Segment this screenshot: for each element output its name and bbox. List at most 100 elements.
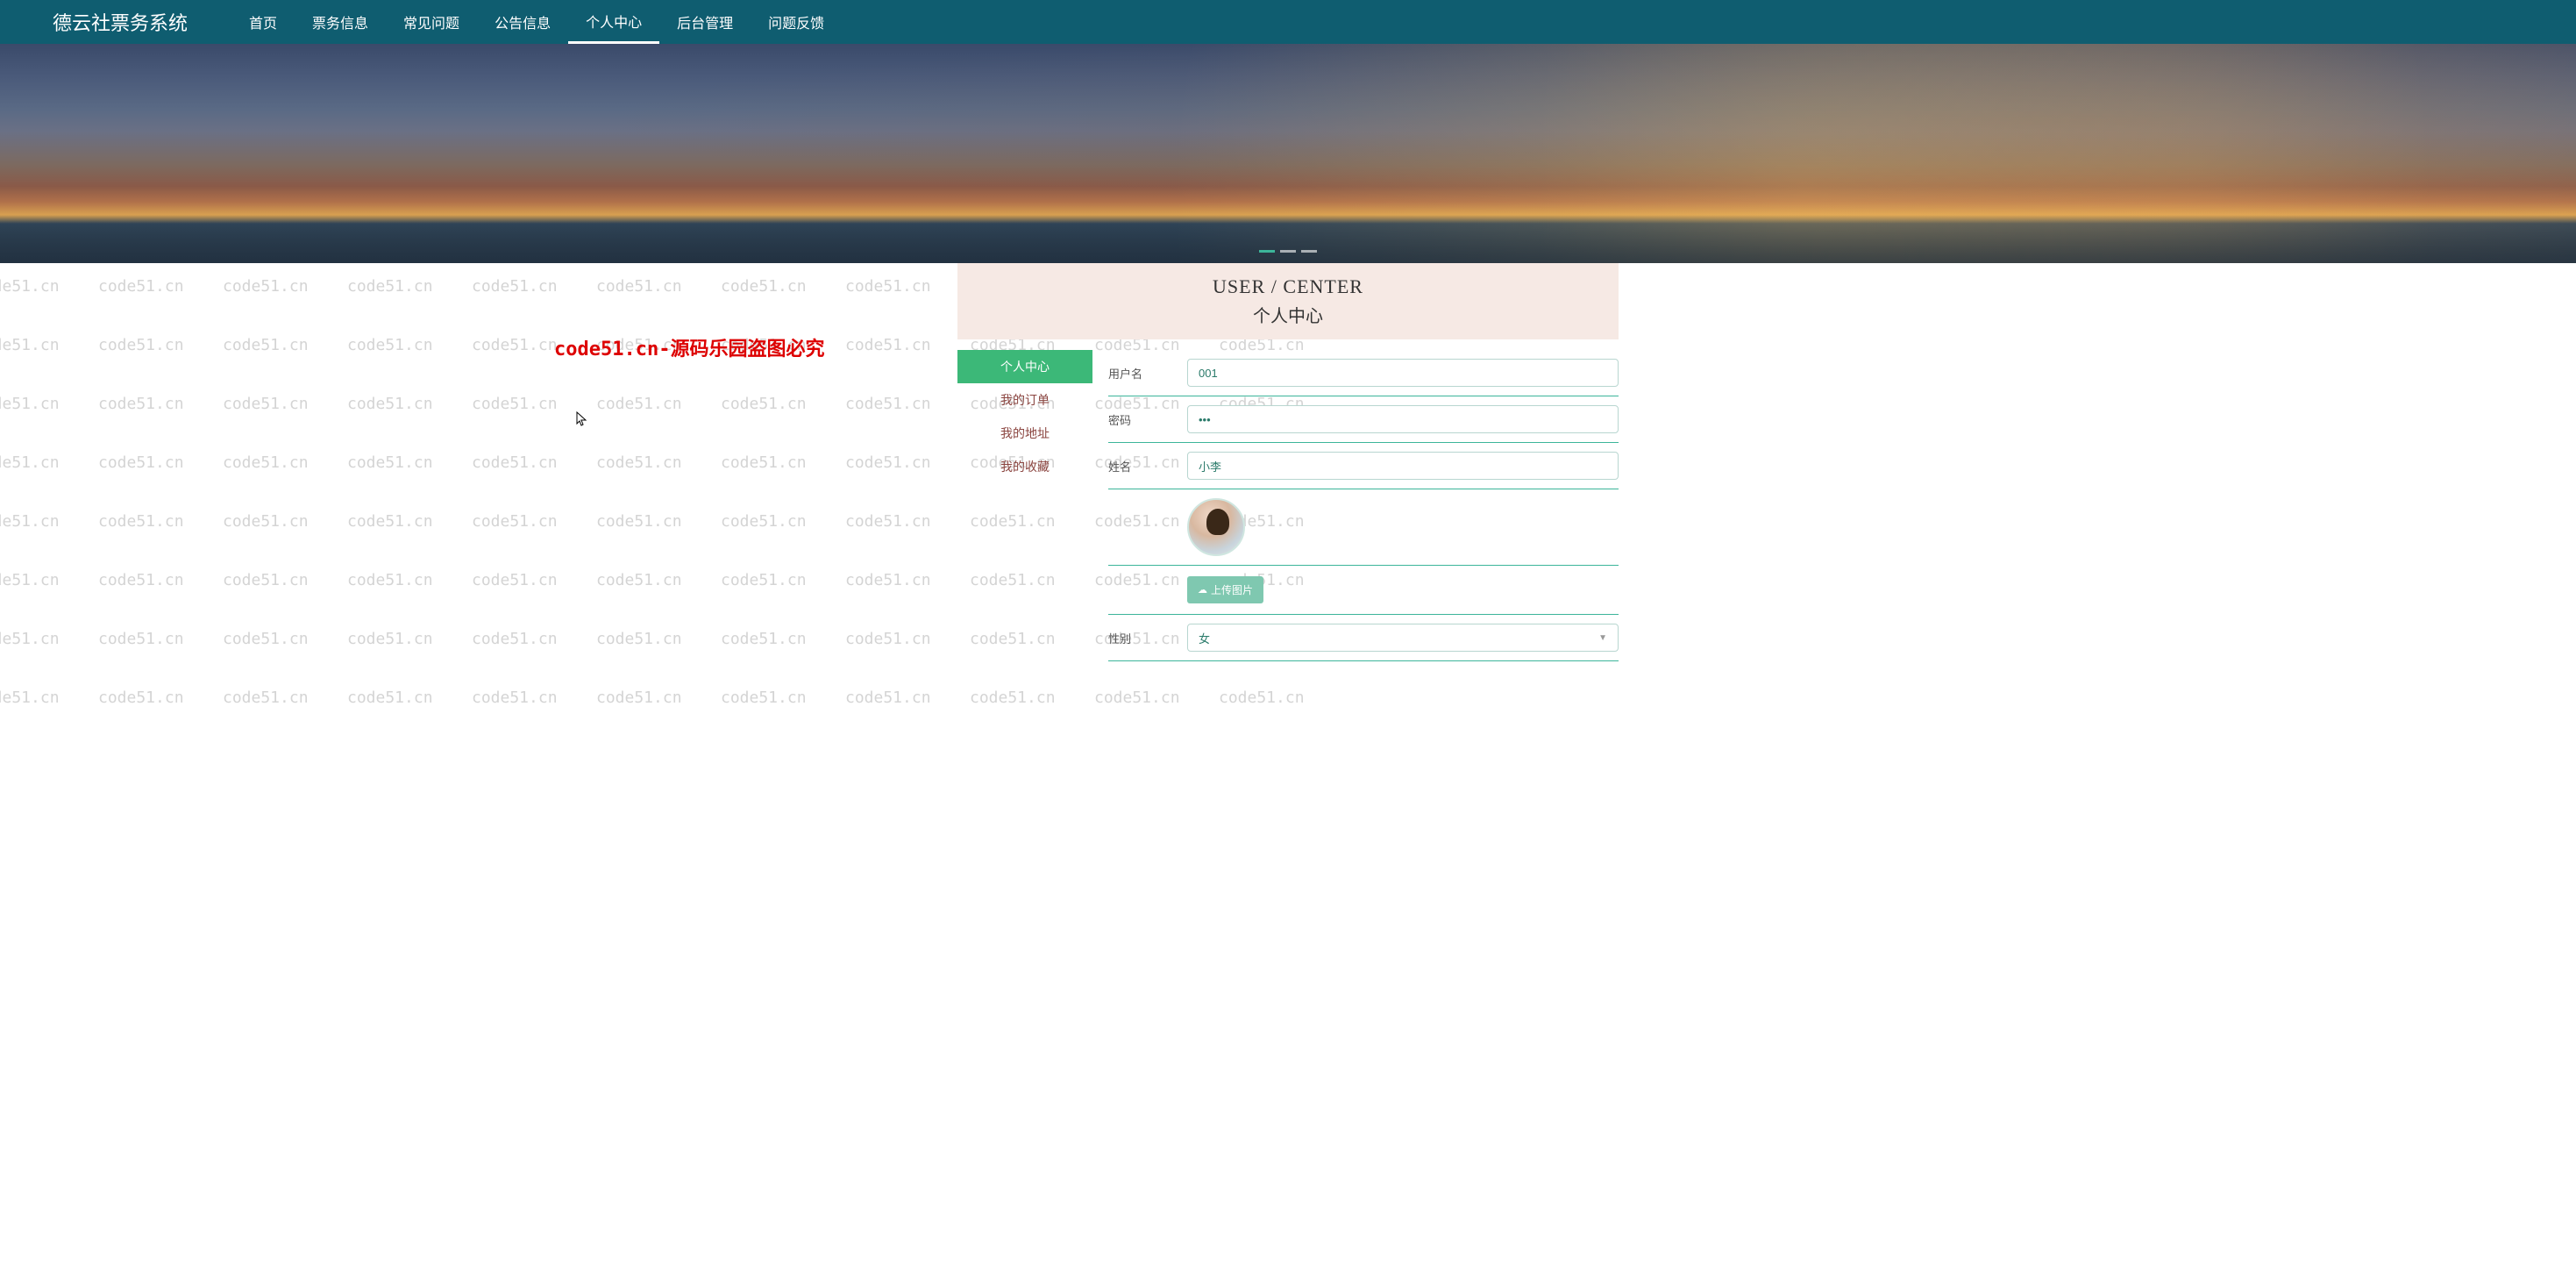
watermark-text: code51.cn [721, 571, 807, 589]
watermark-text: code51.cn [0, 453, 60, 472]
watermark-text: code51.cn [472, 336, 558, 354]
nav-item-0[interactable]: 首页 [231, 0, 295, 44]
watermark-text: code51.cn [472, 571, 558, 589]
watermark-text: code51.cn [472, 453, 558, 472]
watermark-text: code51.cn [0, 395, 60, 413]
watermark-text: code51.cn [98, 336, 184, 354]
upload-button-label: 上传图片 [1211, 582, 1253, 597]
input-name[interactable] [1187, 452, 1619, 480]
watermark-text: code51.cn [472, 395, 558, 413]
select-gender-value: 女 [1199, 630, 1210, 646]
watermark-text: code51.cn [596, 689, 682, 707]
watermark-text: code51.cn [472, 689, 558, 707]
watermark-text: code51.cn [223, 630, 309, 648]
watermark-text: code51.cn [721, 453, 807, 472]
cloud-upload-icon: ☁ [1198, 584, 1207, 596]
nav-item-3[interactable]: 公告信息 [477, 0, 568, 44]
watermark-text: code51.cn [0, 630, 60, 648]
label-password: 密码 [1108, 411, 1187, 428]
watermark-text: code51.cn [347, 571, 433, 589]
sidebar-item-1[interactable]: 我的订单 [957, 383, 1092, 417]
page-title-block: USER / CENTER 个人中心 [957, 263, 1619, 339]
carousel-indicators [1259, 250, 1317, 253]
carousel-dot-2[interactable] [1301, 250, 1317, 253]
watermark-text: code51.cn [223, 512, 309, 531]
watermark-text: code51.cn [223, 689, 309, 707]
watermark-text: code51.cn [98, 689, 184, 707]
nav-item-2[interactable]: 常见问题 [386, 0, 477, 44]
banner-carousel[interactable] [0, 44, 2576, 263]
watermark-text: code51.cn [596, 336, 682, 354]
watermark-text: code51.cn [223, 571, 309, 589]
sidebar: 个人中心我的订单我的地址我的收藏 [957, 350, 1092, 661]
watermark-text: code51.cn [721, 395, 807, 413]
nav-item-4[interactable]: 个人中心 [568, 0, 659, 44]
watermark-text: code51.cn [970, 689, 1056, 707]
watermark-text: code51.cn [347, 630, 433, 648]
watermark-text: code51.cn [347, 453, 433, 472]
watermark-text: code51.cn [472, 512, 558, 531]
watermark-text: code51.cn [98, 395, 184, 413]
page-title-en: USER / CENTER [957, 275, 1619, 298]
sidebar-item-2[interactable]: 我的地址 [957, 417, 1092, 450]
watermark-text: code51.cn [223, 395, 309, 413]
watermark-text: code51.cn [596, 277, 682, 296]
watermark-text: code51.cn [596, 395, 682, 413]
nav-item-1[interactable]: 票务信息 [295, 0, 386, 44]
watermark-text: code51.cn [98, 630, 184, 648]
content-wrap: 个人中心我的订单我的地址我的收藏 用户名 密码 姓名 [957, 350, 1619, 661]
top-navbar: 德云社票务系统 首页票务信息常见问题公告信息个人中心后台管理问题反馈 [0, 0, 2576, 44]
watermark-text: code51.cn [1219, 689, 1305, 707]
carousel-dot-0[interactable] [1259, 250, 1275, 253]
watermark-text: code51.cn [347, 689, 433, 707]
nav-item-5[interactable]: 后台管理 [659, 0, 751, 44]
input-password[interactable] [1187, 405, 1619, 433]
watermark-text: code51.cn [347, 277, 433, 296]
nav-item-6[interactable]: 问题反馈 [751, 0, 842, 44]
watermark-text: code51.cn [0, 512, 60, 531]
watermark-text: code51.cn [98, 571, 184, 589]
row-gender: 性别 女 ▼ [1108, 615, 1619, 661]
page-title-cn: 个人中心 [957, 302, 1619, 327]
watermark-text: code51.cn [98, 453, 184, 472]
watermark-text: code51.cn [472, 277, 558, 296]
label-name: 姓名 [1108, 458, 1187, 475]
watermark-text: code51.cn [347, 336, 433, 354]
watermark-text: code51.cn [0, 277, 60, 296]
label-gender: 性别 [1108, 630, 1187, 646]
watermark-text: code51.cn [347, 395, 433, 413]
watermark-text: code51.cn [223, 453, 309, 472]
row-username: 用户名 [1108, 350, 1619, 396]
select-gender[interactable]: 女 ▼ [1187, 624, 1619, 652]
watermark-text: code51.cn [721, 336, 807, 354]
watermark-text: code51.cn [721, 630, 807, 648]
watermark-warning-text: code51.cn-源码乐园盗图必究 [554, 333, 824, 361]
watermark-text: code51.cn [721, 277, 807, 296]
watermark-text: code51.cn [223, 277, 309, 296]
sidebar-item-0[interactable]: 个人中心 [957, 350, 1092, 383]
watermark-text: code51.cn [223, 336, 309, 354]
watermark-text: code51.cn [721, 512, 807, 531]
watermark-text: code51.cn [596, 453, 682, 472]
watermark-text: code51.cn [596, 630, 682, 648]
input-username[interactable] [1187, 359, 1619, 387]
watermark-text: code51.cn [845, 630, 931, 648]
watermark-text: code51.cn [845, 395, 931, 413]
watermark-text: code51.cn [98, 277, 184, 296]
watermark-text: code51.cn [845, 512, 931, 531]
watermark-text: code51.cn [845, 336, 931, 354]
sidebar-item-3[interactable]: 我的收藏 [957, 450, 1092, 483]
avatar-image[interactable] [1187, 498, 1245, 556]
watermark-text: code51.cn [845, 571, 931, 589]
watermark-text: code51.cn [845, 277, 931, 296]
row-upload: ☁ 上传图片 [1108, 566, 1619, 615]
watermark-text: code51.cn [1094, 689, 1180, 707]
watermark-text: code51.cn [0, 689, 60, 707]
upload-button[interactable]: ☁ 上传图片 [1187, 576, 1263, 603]
row-password: 密码 [1108, 396, 1619, 443]
watermark-text: code51.cn [596, 512, 682, 531]
row-name: 姓名 [1108, 443, 1619, 489]
profile-form: 用户名 密码 姓名 ☁ 上传图片 [1092, 350, 1619, 661]
watermark-text: code51.cn [0, 571, 60, 589]
carousel-dot-1[interactable] [1280, 250, 1296, 253]
